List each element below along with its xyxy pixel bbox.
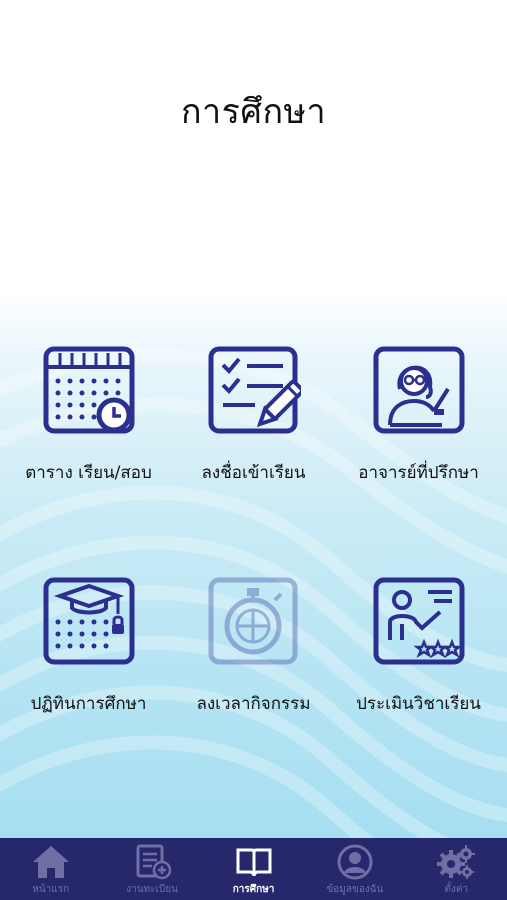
tile-advisor[interactable]: อาจารย์ที่ปรึกษา bbox=[334, 343, 503, 483]
tab-label: ตั้งค่า bbox=[444, 884, 469, 895]
book-icon bbox=[234, 844, 274, 880]
bottom-tab-bar: หน้าแรก งานทะเบียน การศึกษา ข้อมูลของฉัน… bbox=[0, 838, 507, 900]
gear-icon bbox=[436, 844, 476, 880]
page-title: การศึกษา bbox=[180, 92, 327, 132]
calendar-clock-icon bbox=[42, 343, 136, 437]
tab-label: งานทะเบียน bbox=[126, 884, 178, 895]
tile-label: ประเมินวิชาเรียน bbox=[356, 694, 481, 714]
tab-profile[interactable]: ข้อมูลของฉัน bbox=[304, 838, 405, 900]
tab-registration[interactable]: งานทะเบียน bbox=[101, 838, 202, 900]
tile-attendance[interactable]: ลงชื่อเข้าเรียน bbox=[169, 343, 338, 483]
profile-icon bbox=[335, 844, 375, 880]
stopwatch-icon bbox=[207, 574, 301, 668]
tile-label: ลงชื่อเข้าเรียน bbox=[201, 463, 306, 483]
tab-education[interactable]: การศึกษา bbox=[203, 838, 304, 900]
tile-label: อาจารย์ที่ปรึกษา bbox=[358, 463, 479, 483]
tile-academic-calendar[interactable]: ปฏิทินการศึกษา bbox=[4, 574, 173, 714]
checklist-pen-icon bbox=[207, 343, 304, 437]
tile-activity-time[interactable]: ลงเวลากิจกรรม bbox=[169, 574, 338, 714]
tab-label: การศึกษา bbox=[232, 884, 275, 895]
evaluation-board-icon bbox=[372, 574, 466, 668]
teacher-icon bbox=[372, 343, 466, 437]
tile-label: ลงเวลากิจกรรม bbox=[196, 694, 311, 714]
tab-home[interactable]: หน้าแรก bbox=[0, 838, 101, 900]
graduation-calendar-icon bbox=[42, 574, 136, 668]
tile-label: ปฏิทินการศึกษา bbox=[30, 694, 147, 714]
tile-label: ตาราง เรียน/สอบ bbox=[25, 463, 152, 483]
tile-schedule[interactable]: ตาราง เรียน/สอบ bbox=[4, 343, 173, 483]
tab-settings[interactable]: ตั้งค่า bbox=[406, 838, 507, 900]
tab-label: ข้อมูลของฉัน bbox=[326, 884, 384, 895]
registration-icon bbox=[132, 844, 172, 880]
home-icon bbox=[31, 844, 71, 880]
tile-course-evaluation[interactable]: ประเมินวิชาเรียน bbox=[334, 574, 503, 714]
tab-label: หน้าแรก bbox=[32, 884, 70, 895]
